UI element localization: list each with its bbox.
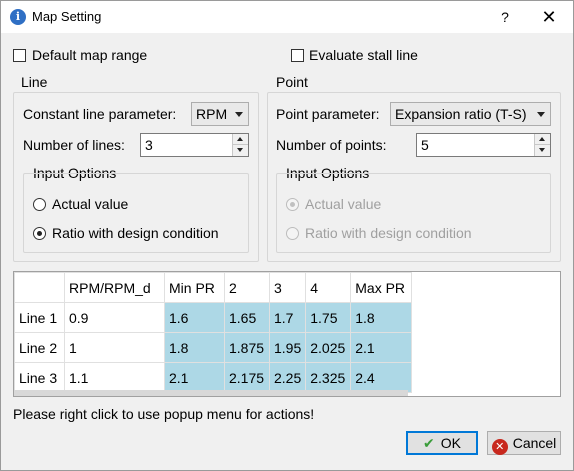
row-header-cell: Line 3 — [14, 362, 65, 393]
table-cell[interactable]: 1.7 — [268, 302, 307, 333]
row-header-cell: Line 2 — [14, 332, 65, 363]
line-count-label: Number of lines: — [23, 137, 125, 153]
point-count-down-button[interactable] — [535, 145, 550, 156]
table-cell[interactable]: 0.9 — [64, 302, 165, 333]
table-cell[interactable]: 1.6 — [164, 302, 225, 333]
table-cell[interactable]: 1.65 — [224, 302, 270, 333]
chevron-down-icon — [537, 112, 545, 117]
cancel-button[interactable]: ✕ Cancel — [487, 431, 561, 455]
point-param-value: Expansion ratio (T-S) — [395, 106, 527, 122]
cancel-label: Cancel — [512, 435, 557, 451]
point-ratio-radio[interactable] — [286, 227, 299, 240]
point-count-value: 5 — [421, 137, 429, 153]
line-count-down-button[interactable] — [233, 145, 248, 156]
table-header-cell: 2 — [224, 272, 270, 303]
point-count-spinbox[interactable]: 5 — [416, 133, 551, 157]
horizontal-scrollbar[interactable] — [14, 390, 408, 396]
point-count-label: Number of points: — [276, 137, 387, 153]
table-cell[interactable]: 1.75 — [305, 302, 352, 333]
map-setting-dialog: i Map Setting ? ✕ Default map range Eval… — [0, 0, 574, 471]
info-icon: i — [10, 9, 26, 25]
point-ratio-label: Ratio with design condition — [305, 225, 472, 241]
close-button[interactable]: ✕ — [535, 5, 563, 29]
line-count-value: 3 — [145, 137, 153, 153]
table-row: Line 3 1.1 2.1 2.175 2.25 2.325 2.4 — [14, 362, 413, 393]
table-cell[interactable]: 2.25 — [268, 362, 307, 393]
table-cell[interactable]: 1.875 — [224, 332, 270, 363]
chevron-down-icon — [235, 112, 243, 117]
table-row: Line 2 1 1.8 1.875 1.95 2.025 2.1 — [14, 332, 413, 363]
table-cell[interactable]: 2.325 — [305, 362, 352, 393]
map-table[interactable]: RPM/RPM_d Min PR 2 3 4 Max PR Line 1 0.9… — [13, 271, 561, 397]
table-cell[interactable]: 2.1 — [164, 362, 225, 393]
line-group-title: Line — [21, 74, 48, 90]
point-count-up-button[interactable] — [535, 134, 550, 145]
default-map-range-checkbox[interactable] — [13, 49, 26, 62]
point-actual-value-label: Actual value — [305, 196, 382, 212]
line-count-spinbox[interactable]: 3 — [140, 133, 249, 157]
table-cell[interactable]: 1 — [64, 332, 165, 363]
row-header-cell: Line 1 — [14, 302, 65, 333]
hint-message: Please right click to use popup menu for… — [13, 406, 315, 422]
line-count-stepper — [232, 134, 248, 156]
help-button[interactable]: ? — [495, 6, 515, 28]
line-ratio-radio[interactable] — [33, 227, 46, 240]
line-param-label: Constant line parameter: — [23, 106, 177, 122]
title-bar: i Map Setting ? ✕ — [1, 1, 573, 33]
evaluate-stall-line-label: Evaluate stall line — [309, 47, 418, 63]
ok-button[interactable]: ✔ OK — [406, 431, 478, 455]
table-header-cell — [14, 272, 65, 303]
line-input-options-group — [23, 173, 249, 253]
map-table-grid: RPM/RPM_d Min PR 2 3 4 Max PR Line 1 0.9… — [14, 272, 413, 393]
checkmark-icon: ✔ — [423, 435, 435, 451]
default-map-range-label: Default map range — [32, 47, 148, 63]
point-count-stepper — [534, 134, 550, 156]
table-header-cell: Min PR — [164, 272, 225, 303]
point-group-title: Point — [276, 74, 308, 90]
line-ratio-label: Ratio with design condition — [52, 225, 219, 241]
table-header-cell: RPM/RPM_d — [64, 272, 165, 303]
ok-label: OK — [440, 435, 461, 451]
table-header-cell: Max PR — [350, 272, 413, 303]
line-count-up-button[interactable] — [233, 134, 248, 145]
table-cell[interactable]: 1.1 — [64, 362, 165, 393]
table-header-row: RPM/RPM_d Min PR 2 3 4 Max PR — [14, 272, 413, 303]
cancel-icon: ✕ — [491, 439, 508, 455]
point-param-label: Point parameter: — [276, 106, 380, 122]
table-cell[interactable]: 1.8 — [350, 302, 413, 333]
point-param-select[interactable]: Expansion ratio (T-S) — [390, 102, 551, 126]
table-cell[interactable]: 1.8 — [164, 332, 225, 363]
table-row: Line 1 0.9 1.6 1.65 1.7 1.75 1.8 — [14, 302, 413, 333]
evaluate-stall-line-checkbox[interactable] — [291, 49, 304, 62]
point-input-options-group — [276, 173, 551, 253]
line-param-select[interactable]: RPM — [191, 102, 249, 126]
table-cell[interactable]: 2.025 — [305, 332, 352, 363]
table-cell[interactable]: 1.95 — [268, 332, 307, 363]
window-title: Map Setting — [32, 9, 102, 24]
line-param-value: RPM — [196, 106, 228, 122]
table-cell[interactable]: 2.175 — [224, 362, 270, 393]
line-actual-value-radio[interactable] — [33, 198, 46, 211]
point-actual-value-radio[interactable] — [286, 198, 299, 211]
line-actual-value-label: Actual value — [52, 196, 129, 212]
table-cell[interactable]: 2.4 — [350, 362, 413, 393]
table-cell[interactable]: 2.1 — [350, 332, 413, 363]
table-header-cell: 4 — [305, 272, 352, 303]
table-header-cell: 3 — [268, 272, 307, 303]
